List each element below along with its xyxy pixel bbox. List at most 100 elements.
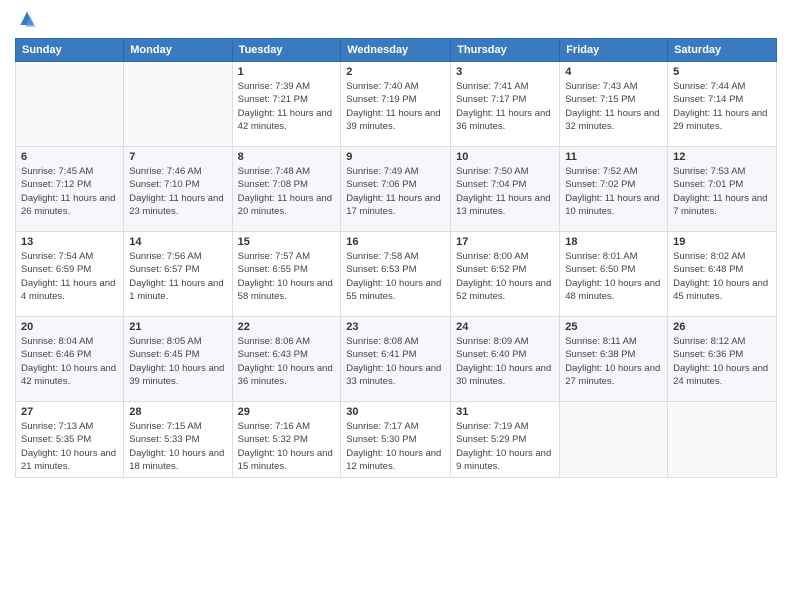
calendar-cell: 10 Sunrise: 7:50 AMSunset: 7:04 PMDayligh… (451, 147, 560, 232)
day-info: Sunrise: 7:54 AMSunset: 6:59 PMDaylight:… (21, 250, 118, 303)
day-number: 30 (346, 406, 445, 418)
day-number: 19 (673, 236, 771, 248)
day-info: Sunrise: 7:41 AMSunset: 7:17 PMDaylight:… (456, 80, 554, 133)
calendar-cell: 4 Sunrise: 7:43 AMSunset: 7:15 PMDaylight… (560, 62, 668, 147)
day-info: Sunrise: 7:57 AMSunset: 6:55 PMDaylight:… (238, 250, 336, 303)
day-info: Sunrise: 7:44 AMSunset: 7:14 PMDaylight:… (673, 80, 771, 133)
calendar-cell: 13Sunrise: 7:54 AMSunset: 6:59 PMDayligh… (16, 232, 124, 317)
day-info: Sunrise: 7:19 AMSunset: 5:29 PMDaylight:… (456, 420, 554, 473)
calendar-cell (16, 62, 124, 147)
day-number: 5 (673, 66, 771, 78)
day-info: Sunrise: 7:17 AMSunset: 5:30 PMDaylight:… (346, 420, 445, 473)
day-info: Sunrise: 7:13 AMSunset: 5:35 PMDaylight:… (21, 420, 118, 473)
calendar-cell: 31 Sunrise: 7:19 AMSunset: 5:29 PMDayligh… (451, 402, 560, 478)
calendar-cell (124, 62, 232, 147)
calendar-cell: 15 Sunrise: 7:57 AMSunset: 6:55 PMDayligh… (232, 232, 341, 317)
calendar-cell: 5 Sunrise: 7:44 AMSunset: 7:14 PMDaylight… (668, 62, 777, 147)
day-info: Sunrise: 8:06 AMSunset: 6:43 PMDaylight:… (238, 335, 336, 388)
day-number: 1 (238, 66, 336, 78)
day-info: Sunrise: 7:53 AMSunset: 7:01 PMDaylight:… (673, 165, 771, 218)
day-number: 8 (238, 151, 336, 163)
day-info: Sunrise: 7:40 AMSunset: 7:19 PMDaylight:… (346, 80, 445, 133)
day-info: Sunrise: 7:52 AMSunset: 7:02 PMDaylight:… (565, 165, 662, 218)
calendar-header-row: SundayMondayTuesdayWednesdayThursdayFrid… (16, 39, 777, 62)
day-number: 9 (346, 151, 445, 163)
calendar-cell: 3 Sunrise: 7:41 AMSunset: 7:17 PMDaylight… (451, 62, 560, 147)
weekday-header: Wednesday (341, 39, 451, 62)
calendar-cell (668, 402, 777, 478)
day-info: Sunrise: 8:05 AMSunset: 6:45 PMDaylight:… (129, 335, 226, 388)
calendar-cell: 16 Sunrise: 7:58 AMSunset: 6:53 PMDayligh… (341, 232, 451, 317)
calendar-cell: 27 Sunrise: 7:13 AMSunset: 5:35 PMDayligh… (16, 402, 124, 478)
day-number: 12 (673, 151, 771, 163)
day-number: 24 (456, 321, 554, 333)
day-number: 31 (456, 406, 554, 418)
page: SundayMondayTuesdayWednesdayThursdayFrid… (0, 0, 792, 612)
calendar-cell: 7Sunrise: 7:46 AMSunset: 7:10 PMDaylight… (124, 147, 232, 232)
calendar-cell: 12 Sunrise: 7:53 AMSunset: 7:01 PMDayligh… (668, 147, 777, 232)
day-number: 27 (21, 406, 118, 418)
day-info: Sunrise: 7:16 AMSunset: 5:32 PMDaylight:… (238, 420, 336, 473)
day-number: 17 (456, 236, 554, 248)
weekday-header: Monday (124, 39, 232, 62)
day-info: Sunrise: 8:12 AMSunset: 6:36 PMDaylight:… (673, 335, 771, 388)
day-info: Sunrise: 8:01 AMSunset: 6:50 PMDaylight:… (565, 250, 662, 303)
day-number: 3 (456, 66, 554, 78)
day-info: Sunrise: 8:00 AMSunset: 6:52 PMDaylight:… (456, 250, 554, 303)
day-number: 7 (129, 151, 226, 163)
day-number: 16 (346, 236, 445, 248)
weekday-header: Saturday (668, 39, 777, 62)
day-number: 20 (21, 321, 118, 333)
calendar-cell: 26Sunrise: 8:12 AMSunset: 6:36 PMDayligh… (668, 317, 777, 402)
calendar-cell: 24 Sunrise: 8:09 AMSunset: 6:40 PMDayligh… (451, 317, 560, 402)
day-number: 28 (129, 406, 226, 418)
calendar-cell: 2 Sunrise: 7:40 AMSunset: 7:19 PMDaylight… (341, 62, 451, 147)
calendar-cell: 14Sunrise: 7:56 AMSunset: 6:57 PMDayligh… (124, 232, 232, 317)
calendar-cell: 28Sunrise: 7:15 AMSunset: 5:33 PMDayligh… (124, 402, 232, 478)
day-number: 25 (565, 321, 662, 333)
calendar-cell: 20 Sunrise: 8:04 AMSunset: 6:46 PMDayligh… (16, 317, 124, 402)
calendar-table: SundayMondayTuesdayWednesdayThursdayFrid… (15, 38, 777, 478)
weekday-header: Friday (560, 39, 668, 62)
day-info: Sunrise: 7:49 AMSunset: 7:06 PMDaylight:… (346, 165, 445, 218)
day-info: Sunrise: 7:39 AMSunset: 7:21 PMDaylight:… (238, 80, 336, 133)
day-info: Sunrise: 7:58 AMSunset: 6:53 PMDaylight:… (346, 250, 445, 303)
day-number: 2 (346, 66, 445, 78)
day-info: Sunrise: 7:45 AMSunset: 7:12 PMDaylight:… (21, 165, 118, 218)
calendar-cell: 19 Sunrise: 8:02 AMSunset: 6:48 PMDayligh… (668, 232, 777, 317)
calendar-cell: 1 Sunrise: 7:39 AMSunset: 7:21 PMDaylight… (232, 62, 341, 147)
day-info: Sunrise: 7:43 AMSunset: 7:15 PMDaylight:… (565, 80, 662, 133)
day-number: 4 (565, 66, 662, 78)
day-number: 10 (456, 151, 554, 163)
calendar-cell: 21Sunrise: 8:05 AMSunset: 6:45 PMDayligh… (124, 317, 232, 402)
calendar-cell: 18 Sunrise: 8:01 AMSunset: 6:50 PMDayligh… (560, 232, 668, 317)
calendar-cell: 11 Sunrise: 7:52 AMSunset: 7:02 PMDayligh… (560, 147, 668, 232)
header (15, 10, 777, 30)
calendar-cell: 9 Sunrise: 7:49 AMSunset: 7:06 PMDaylight… (341, 147, 451, 232)
weekday-header: Thursday (451, 39, 560, 62)
calendar-week-row: 13Sunrise: 7:54 AMSunset: 6:59 PMDayligh… (16, 232, 777, 317)
weekday-header: Sunday (16, 39, 124, 62)
calendar-week-row: 1 Sunrise: 7:39 AMSunset: 7:21 PMDaylight… (16, 62, 777, 147)
day-number: 18 (565, 236, 662, 248)
calendar-week-row: 6 Sunrise: 7:45 AMSunset: 7:12 PMDaylight… (16, 147, 777, 232)
day-info: Sunrise: 8:04 AMSunset: 6:46 PMDaylight:… (21, 335, 118, 388)
calendar-cell: 29Sunrise: 7:16 AMSunset: 5:32 PMDayligh… (232, 402, 341, 478)
day-info: Sunrise: 8:09 AMSunset: 6:40 PMDaylight:… (456, 335, 554, 388)
day-number: 23 (346, 321, 445, 333)
weekday-header: Tuesday (232, 39, 341, 62)
day-number: 11 (565, 151, 662, 163)
day-number: 6 (21, 151, 118, 163)
calendar-cell: 30 Sunrise: 7:17 AMSunset: 5:30 PMDayligh… (341, 402, 451, 478)
logo (15, 10, 37, 30)
day-info: Sunrise: 7:50 AMSunset: 7:04 PMDaylight:… (456, 165, 554, 218)
calendar-week-row: 20 Sunrise: 8:04 AMSunset: 6:46 PMDayligh… (16, 317, 777, 402)
logo-icon (17, 10, 37, 30)
calendar-cell: 17 Sunrise: 8:00 AMSunset: 6:52 PMDayligh… (451, 232, 560, 317)
day-info: Sunrise: 8:02 AMSunset: 6:48 PMDaylight:… (673, 250, 771, 303)
day-info: Sunrise: 7:48 AMSunset: 7:08 PMDaylight:… (238, 165, 336, 218)
day-number: 22 (238, 321, 336, 333)
calendar-cell: 23 Sunrise: 8:08 AMSunset: 6:41 PMDayligh… (341, 317, 451, 402)
day-number: 15 (238, 236, 336, 248)
day-info: Sunrise: 8:08 AMSunset: 6:41 PMDaylight:… (346, 335, 445, 388)
